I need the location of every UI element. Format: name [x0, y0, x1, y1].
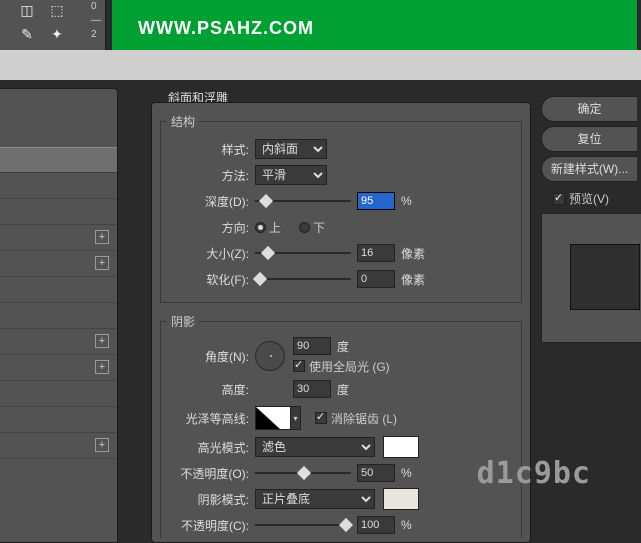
depth-input[interactable]: [357, 192, 395, 210]
altitude-unit: 度: [337, 381, 349, 398]
workspace-bg: [0, 50, 641, 80]
preview-thumbnail: [570, 244, 640, 310]
shadow-opacity-slider[interactable]: [255, 517, 351, 533]
antialias-checkbox[interactable]: [315, 412, 327, 424]
structure-legend: 结构: [167, 113, 199, 130]
settings-panel: 结构 样式: 内斜面 方法: 平滑 深度(D): %: [151, 102, 531, 543]
eyedropper-icon[interactable]: ✎: [14, 24, 40, 44]
angle-unit: 度: [337, 338, 349, 355]
style-item[interactable]: +: [0, 355, 117, 381]
shadow-mode-label: 阴影模式:: [167, 491, 255, 508]
highlight-opacity-label: 不透明度(O):: [167, 465, 255, 482]
add-icon[interactable]: +: [95, 256, 109, 270]
gloss-contour-picker[interactable]: [255, 406, 291, 430]
style-item[interactable]: [0, 303, 117, 329]
technique-combo[interactable]: 平滑: [255, 165, 327, 185]
size-slider[interactable]: [255, 245, 351, 261]
shadow-mode-combo[interactable]: 正片叠底: [255, 489, 375, 509]
soften-label: 软化(F):: [167, 271, 255, 288]
new-style-button[interactable]: 新建样式(W)...: [541, 156, 637, 182]
style-item[interactable]: [0, 381, 117, 407]
style-combo[interactable]: 内斜面: [255, 139, 327, 159]
style-item[interactable]: [0, 407, 117, 433]
global-light-label: 使用全局光 (G): [309, 358, 390, 375]
size-input[interactable]: [357, 244, 395, 262]
direction-up-text: 上: [269, 219, 281, 236]
direction-down-text: 下: [313, 219, 325, 236]
antialias-label: 消除锯齿 (L): [331, 410, 397, 427]
direction-label: 方向:: [167, 219, 255, 236]
highlight-mode-combo[interactable]: 滤色: [255, 437, 375, 457]
style-label: 样式:: [167, 141, 255, 158]
altitude-label: 高度:: [167, 381, 255, 398]
preview-box: [541, 213, 641, 343]
angle-input[interactable]: [293, 337, 331, 355]
top-bar: ◫ ⬚ ✎ ✦ 0 — 2 WWW.PSAHZ.COM: [0, 0, 641, 50]
tool-icon-2[interactable]: ⬚: [44, 0, 70, 20]
add-icon[interactable]: +: [95, 334, 109, 348]
tool-icon-1[interactable]: ◫: [14, 0, 40, 20]
cancel-button[interactable]: 复位: [541, 126, 637, 152]
shadow-opacity-label: 不透明度(C):: [167, 517, 255, 534]
style-item[interactable]: [0, 173, 117, 199]
angle-dial[interactable]: [255, 341, 285, 371]
watermark: d1c9bc: [477, 456, 591, 491]
canvas-area: WWW.PSAHZ.COM: [112, 0, 637, 50]
style-item[interactable]: +: [0, 251, 117, 277]
add-icon[interactable]: +: [95, 360, 109, 374]
shading-group: 阴影 角度(N): 度 使用全局光 (G) 高度:: [160, 313, 522, 538]
style-item[interactable]: [0, 199, 117, 225]
soften-input[interactable]: [357, 270, 395, 288]
ok-button[interactable]: 确定: [541, 96, 637, 122]
styles-list: + + + + +: [0, 88, 118, 543]
add-icon[interactable]: +: [95, 438, 109, 452]
angle-label: 角度(N):: [167, 348, 255, 365]
highlight-opacity-unit: %: [401, 466, 412, 480]
gloss-label: 光泽等高线:: [167, 410, 255, 427]
add-icon[interactable]: +: [95, 230, 109, 244]
shadow-opacity-unit: %: [401, 518, 412, 532]
structure-group: 结构 样式: 内斜面 方法: 平滑 深度(D): %: [160, 113, 522, 303]
shadow-opacity-input[interactable]: [357, 516, 395, 534]
style-item[interactable]: +: [0, 433, 117, 459]
direction-up-radio[interactable]: [255, 222, 266, 233]
soften-unit: 像素: [401, 271, 425, 288]
size-label: 大小(Z):: [167, 245, 255, 262]
shadow-color-swatch[interactable]: [383, 488, 419, 510]
style-item[interactable]: +: [0, 225, 117, 251]
dialog-buttons: 确定 复位 新建样式(W)... 预览(V): [541, 92, 641, 343]
highlight-opacity-slider[interactable]: [255, 465, 351, 481]
size-unit: 像素: [401, 245, 425, 262]
highlight-mode-label: 高光模式:: [167, 439, 255, 456]
direction-down-radio[interactable]: [299, 222, 310, 233]
style-item[interactable]: +: [0, 329, 117, 355]
canvas-text: WWW.PSAHZ.COM: [138, 18, 314, 39]
style-item-selected[interactable]: [0, 147, 117, 173]
altitude-input[interactable]: [293, 380, 331, 398]
soften-slider[interactable]: [255, 271, 351, 287]
highlight-color-swatch[interactable]: [383, 436, 419, 458]
preview-checkbox[interactable]: [553, 193, 565, 205]
shading-legend: 阴影: [167, 313, 199, 330]
tool-strip: ◫ ⬚ ✎ ✦ 0 — 2: [0, 0, 106, 50]
technique-label: 方法:: [167, 167, 255, 184]
global-light-checkbox[interactable]: [293, 360, 305, 372]
style-item[interactable]: [0, 277, 117, 303]
highlight-opacity-input[interactable]: [357, 464, 395, 482]
preview-label: 预览(V): [569, 190, 609, 207]
depth-unit: %: [401, 194, 412, 208]
gloss-contour-dropdown[interactable]: ▾: [291, 406, 301, 430]
tool-side-values: 0 — 2: [91, 0, 101, 42]
tool-icon-4[interactable]: ✦: [44, 24, 70, 44]
depth-label: 深度(D):: [167, 193, 255, 210]
depth-slider[interactable]: [255, 193, 351, 209]
